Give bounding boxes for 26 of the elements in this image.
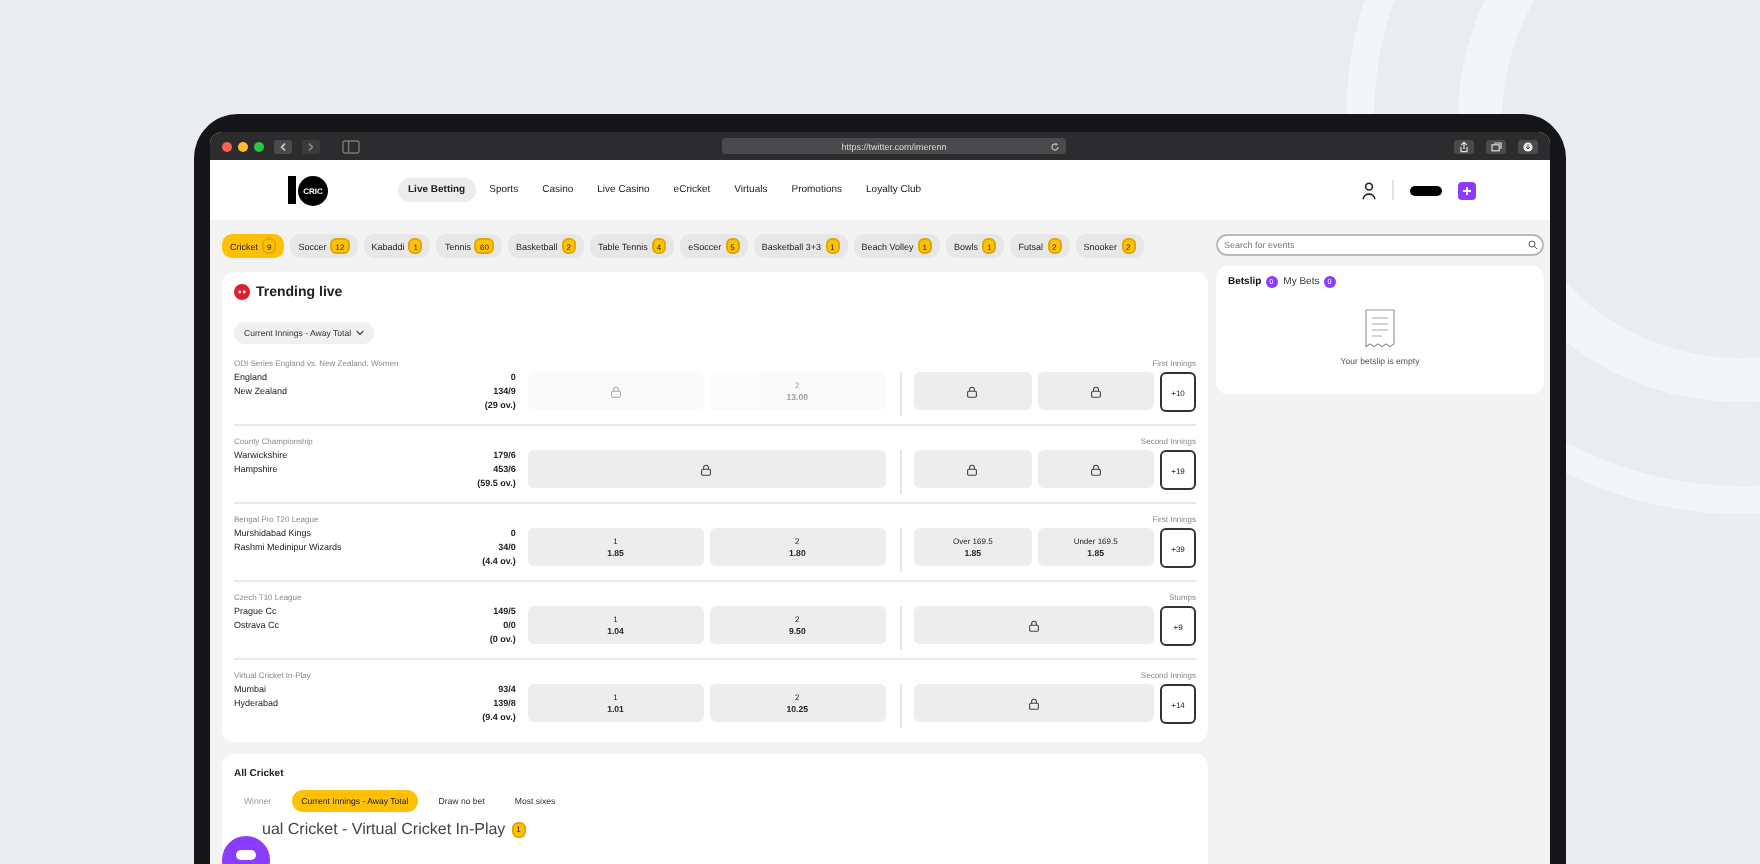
competition-title: ual Cricket - Virtual Cricket In-Play xyxy=(262,820,506,838)
lock-icon xyxy=(1089,463,1102,475)
lock-icon xyxy=(966,463,979,475)
lock-icon xyxy=(700,463,713,475)
live-icon xyxy=(234,284,250,300)
balance-pill[interactable] xyxy=(1410,185,1442,195)
lock-icon xyxy=(1089,385,1102,397)
download-icon[interactable] xyxy=(1518,139,1538,153)
lock-icon xyxy=(1028,619,1041,631)
search-icon xyxy=(1528,240,1538,250)
minimize-icon[interactable] xyxy=(238,141,248,151)
user-icon[interactable] xyxy=(1362,181,1376,199)
receipt-icon xyxy=(1364,308,1396,348)
back-icon[interactable] xyxy=(274,139,292,153)
lock-icon xyxy=(609,385,622,397)
lock-icon xyxy=(1028,697,1041,709)
tabs-icon[interactable] xyxy=(1486,139,1506,153)
sidebar-icon[interactable] xyxy=(342,139,360,153)
lock-icon xyxy=(966,385,979,397)
plus-icon[interactable] xyxy=(1458,181,1476,199)
share-icon[interactable] xyxy=(1454,139,1474,153)
chevron-down-icon xyxy=(355,330,364,336)
close-icon[interactable] xyxy=(222,141,232,151)
reload-icon[interactable] xyxy=(1050,141,1060,151)
maximize-icon[interactable] xyxy=(254,141,264,151)
forward-icon[interactable] xyxy=(302,139,320,153)
